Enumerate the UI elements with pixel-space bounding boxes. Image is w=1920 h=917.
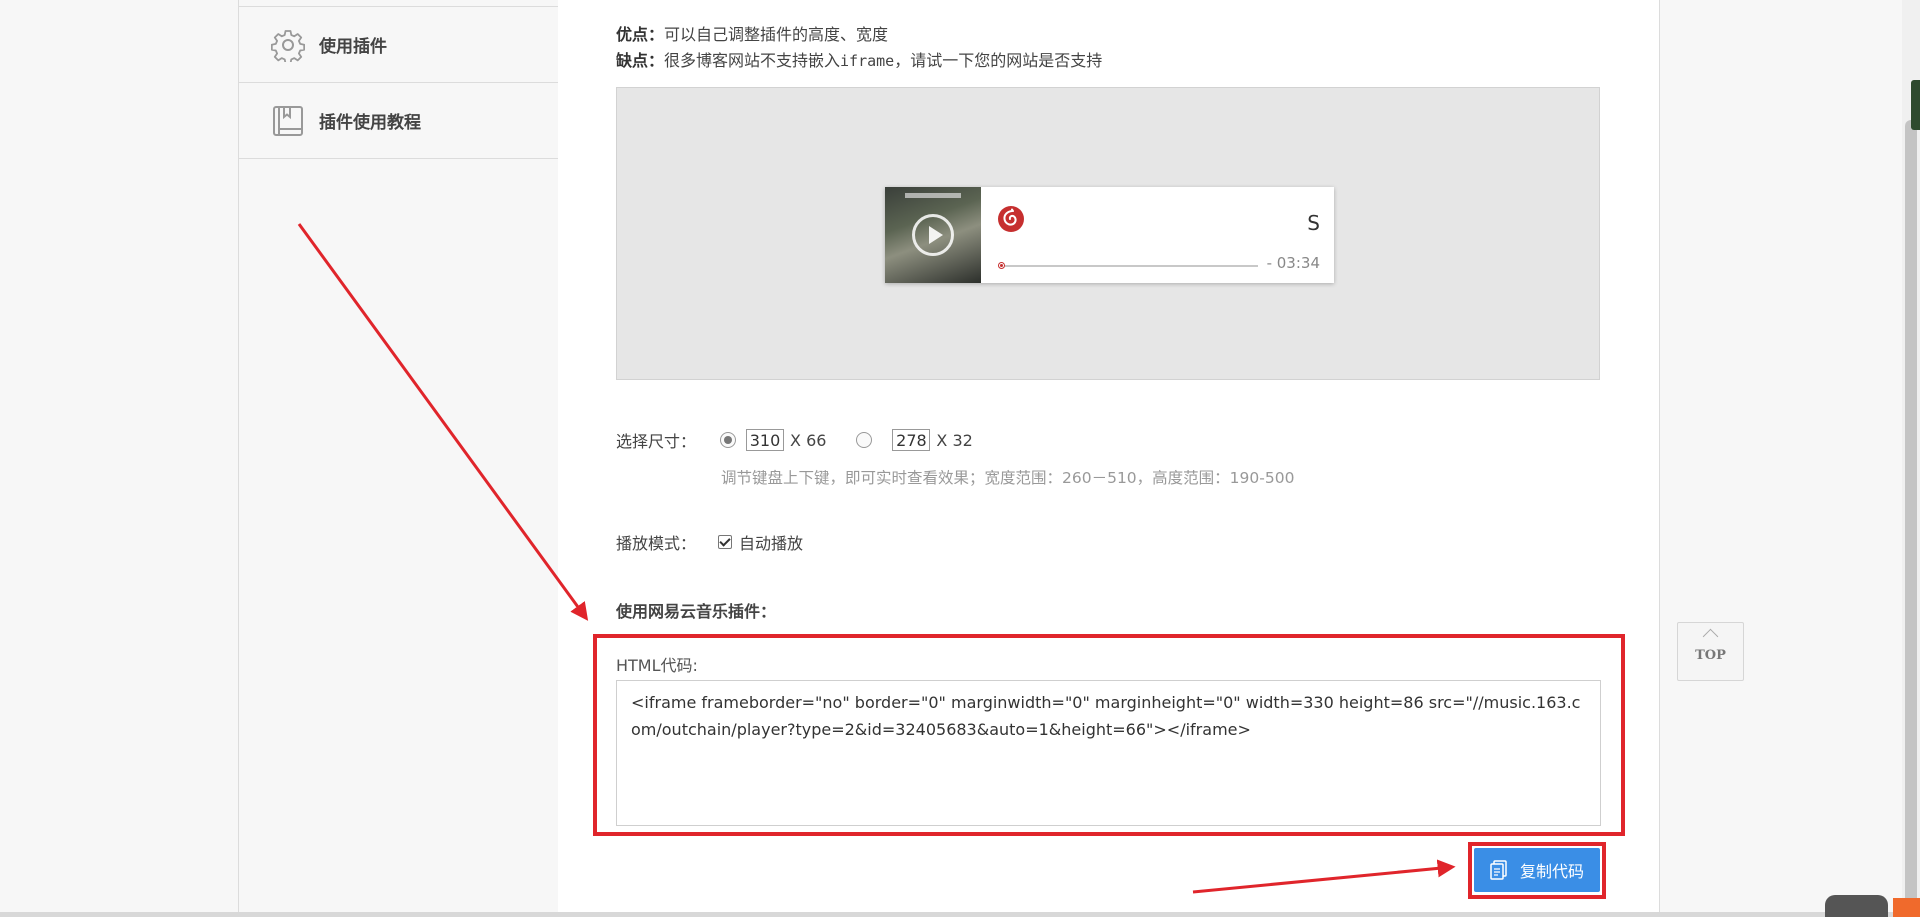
sidebar-item-label: 使用插件 <box>319 37 387 57</box>
size-radio-option1[interactable] <box>720 432 737 448</box>
height-text-option1: X 66 <box>790 430 827 450</box>
height-text-option2: X 32 <box>936 430 973 450</box>
sidebar-item-use-plugin[interactable]: 使用插件 <box>239 6 558 83</box>
side-widget-tab[interactable] <box>1911 80 1920 130</box>
cons-text: 很多博客网站不支持嵌入 <box>664 51 841 70</box>
music-player: S - 03:34 <box>885 187 1334 283</box>
size-radio-option2[interactable] <box>856 432 873 448</box>
width-input-option1[interactable]: 310 <box>746 429 785 451</box>
size-label: 选择尺寸： <box>616 432 697 451</box>
pros-label: 优点： <box>616 25 665 44</box>
netease-music-logo-icon <box>998 206 1024 232</box>
copy-code-button[interactable]: 复制代码 <box>1474 848 1600 892</box>
clipboard-icon <box>1490 860 1507 880</box>
main-content: 优点：可以自己调整插件的高度、宽度 缺点：很多博客网站不支持嵌入iframe，请… <box>558 0 1660 917</box>
cover-title-strip <box>905 193 961 198</box>
sidebar-item-tutorial[interactable]: 插件使用教程 <box>239 83 558 159</box>
scrollbar-thumb[interactable] <box>1905 120 1917 910</box>
page-scrollbar[interactable] <box>1902 0 1920 917</box>
autoplay-label[interactable]: 自动播放 <box>739 530 803 554</box>
pros-text: 可以自己调整插件的高度、宽度 <box>664 25 889 44</box>
html-code-label: HTML代码: <box>616 656 698 675</box>
html-code-textarea[interactable]: <iframe frameborder="no" border="0" marg… <box>616 680 1601 826</box>
progress-track[interactable] <box>1005 265 1258 267</box>
top-label: TOP <box>1695 648 1726 663</box>
song-title: S <box>1307 211 1320 235</box>
cons-label: 缺点： <box>616 51 665 70</box>
width-input-option2[interactable]: 278 <box>892 429 931 451</box>
autoplay-checkbox[interactable] <box>718 535 733 549</box>
size-hint: 调节键盘上下键，即可实时查看效果；宽度范围：260－510，高度范围：190-5… <box>721 469 1295 487</box>
cons-text-end: ，请试一下您的网站是否支持 <box>894 51 1103 70</box>
book-icon <box>273 105 303 136</box>
play-mode-label: 播放模式： <box>616 534 697 553</box>
gear-icon <box>271 29 305 62</box>
back-to-top-button[interactable]: TOP <box>1677 622 1744 681</box>
sidebar: 使用插件 插件使用教程 <box>238 0 559 917</box>
play-icon[interactable] <box>912 214 954 256</box>
bottom-edge <box>0 912 1920 917</box>
progress-handle[interactable] <box>998 262 1005 269</box>
corner-tool-tab[interactable] <box>1825 895 1888 917</box>
size-selector: 选择尺寸： 310 X 66 278 X 32 <box>616 428 973 452</box>
player-preview: S - 03:34 <box>616 87 1600 380</box>
play-mode-row: 播放模式： 自动播放 <box>616 530 803 554</box>
cons-iframe-text: iframe <box>840 52 895 70</box>
album-cover[interactable] <box>885 187 981 283</box>
plugin-section-title: 使用网易云音乐插件： <box>616 602 777 621</box>
copy-code-label: 复制代码 <box>1519 862 1584 881</box>
pros-cons-text: 优点：可以自己调整插件的高度、宽度 缺点：很多博客网站不支持嵌入iframe，请… <box>616 22 1102 74</box>
corner-orange-widget[interactable] <box>1893 898 1920 917</box>
sidebar-item-label: 插件使用教程 <box>319 113 421 133</box>
song-time: - 03:34 <box>1266 254 1320 272</box>
chevron-up-icon <box>1702 628 1719 645</box>
